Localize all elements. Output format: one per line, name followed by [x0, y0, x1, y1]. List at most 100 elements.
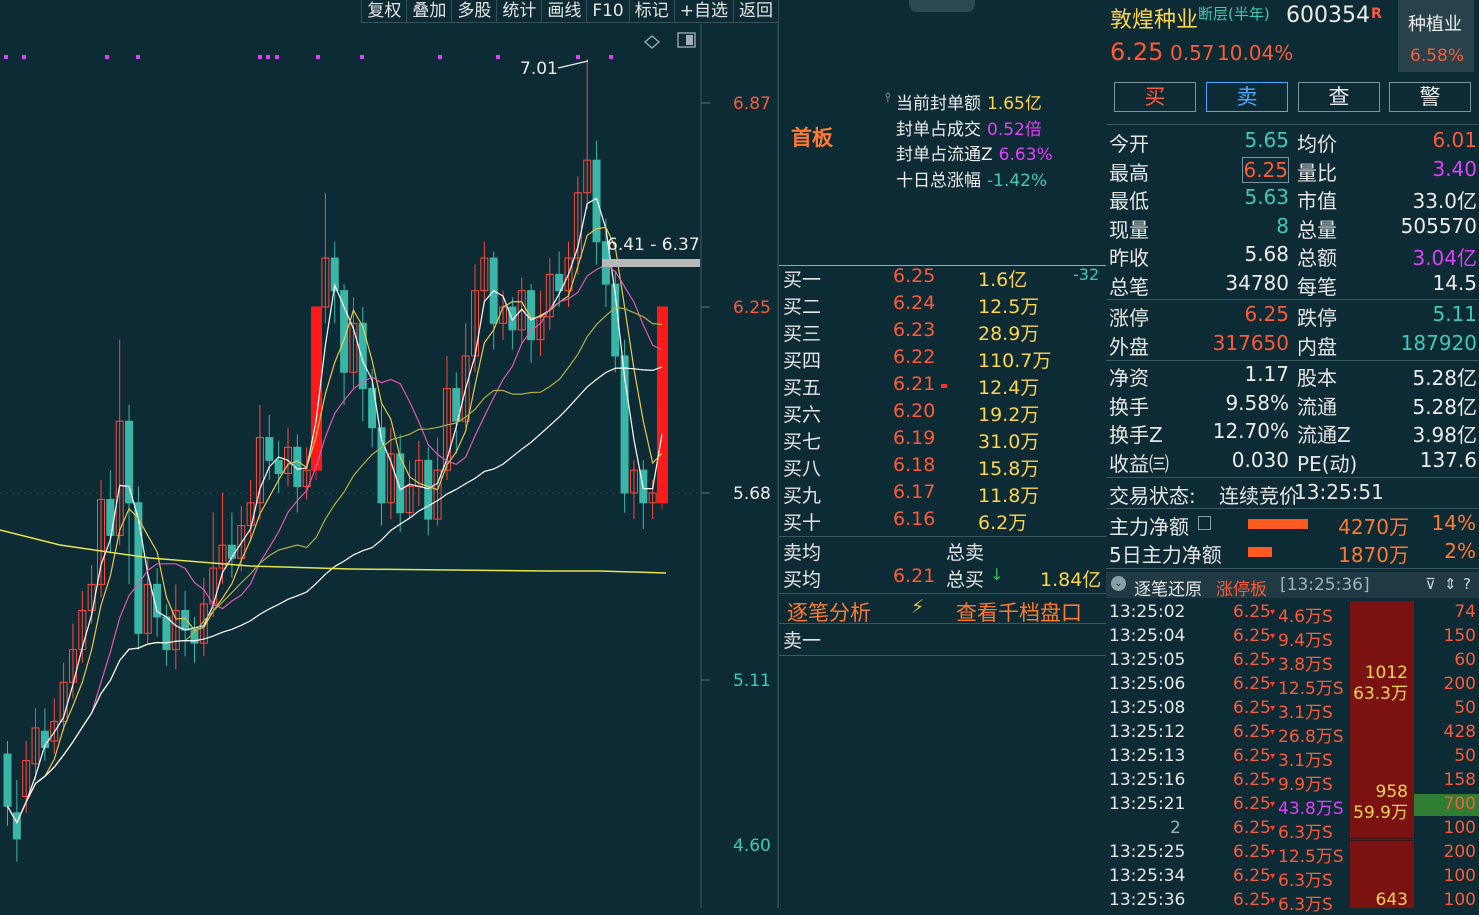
sell-avg-row: 卖均 总卖	[779, 538, 1106, 565]
signal-dot	[136, 55, 140, 59]
bid-row[interactable]: 买二 6.24 12.5万	[779, 292, 1106, 319]
info-row: 净资 1.17 股本 5.28亿	[1106, 362, 1479, 390]
signal-dot	[360, 55, 364, 59]
bid-row[interactable]: 买六 6.20 19.2万	[779, 400, 1106, 427]
info-value: 33.0亿	[1412, 189, 1477, 213]
range-label: 6.41 - 6.37	[607, 235, 700, 255]
bid-row[interactable]: 买八 6.18 15.8万	[779, 454, 1106, 481]
info-value: 6.01	[1432, 128, 1477, 152]
info-row: 收益㈢ 0.030 PE(动) 137.6	[1106, 448, 1479, 476]
divider	[779, 655, 1106, 656]
bid-volume: 28.9万	[978, 323, 1040, 345]
info-value: 34780	[1225, 270, 1289, 295]
tick-up-arrow-icon: ▾	[1270, 751, 1276, 762]
toolbar-f10-button[interactable]: F10	[586, 0, 629, 23]
query-button[interactable]: 查	[1298, 82, 1380, 112]
signal-dot	[22, 55, 26, 59]
quote-info-panel: 敦煌种业 断层(半年) 600354 R 6.25 0.57 10.04% 种植…	[1106, 0, 1479, 915]
kline-chart-panel[interactable]: 复权 叠加 多股 统计 画线 F10 标记 +自选 返回 6.41 - 6.37…	[0, 0, 778, 908]
signal-dot	[316, 55, 320, 59]
candle-body	[265, 437, 274, 461]
tick-row: 13:25:21 6.25 ▾ 43.8万S 700	[1106, 794, 1479, 819]
tick-up-arrow-icon: ▾	[1270, 799, 1276, 810]
trade-status-row: 交易状态: 连续竞价 13:25:51	[1106, 480, 1479, 508]
diamond-icon[interactable]	[644, 35, 660, 49]
kline-canvas[interactable]: 6.41 - 6.37 7.01 6.87 6.25 5.68 5.11 4.6…	[0, 24, 778, 908]
ma20-line	[6, 306, 663, 824]
info-row: 今开 5.65 均价 6.01	[1106, 128, 1479, 156]
tick-time: 13:25:34	[1109, 866, 1186, 886]
tick-header-board[interactable]: 涨停板	[1216, 575, 1267, 600]
candle-body	[3, 753, 12, 807]
info-label: 流通Z	[1297, 423, 1351, 447]
bid-label: 买二	[783, 296, 822, 318]
buy-total-value: 1.84亿	[1040, 569, 1102, 591]
tick-volume: 6.3万S	[1278, 895, 1333, 915]
info-value: 5.11	[1432, 302, 1477, 326]
tick-up-arrow-icon: ▾	[1270, 775, 1276, 786]
divider	[1106, 360, 1479, 361]
main-flow-label: 主力净额	[1109, 515, 1189, 539]
sector-pct: 6.58%	[1410, 46, 1465, 66]
toolbar-fuquan-button[interactable]: 复权	[361, 0, 407, 23]
divider	[1106, 124, 1479, 125]
tick-price: 6.25	[1233, 890, 1271, 910]
toolbar-add-watchlist-button[interactable]: +自选	[673, 0, 733, 23]
info-label: 流通	[1297, 394, 1337, 419]
stock-name[interactable]: 敦煌种业	[1110, 2, 1198, 34]
sector-box[interactable]: 种植业 6.58%	[1398, 0, 1474, 72]
list-icon[interactable]	[1198, 516, 1211, 530]
bid-row[interactable]: 买五 6.21 12.4万	[779, 373, 1106, 400]
divider	[779, 623, 1106, 624]
divider	[1106, 508, 1479, 509]
help-icon[interactable]: ?	[1463, 575, 1471, 593]
panel-handle[interactable]	[909, 0, 975, 12]
divider	[779, 536, 1106, 537]
bid-price: 6.22	[893, 346, 936, 368]
tick-group-separator	[1350, 838, 1414, 839]
bid-label: 买四	[783, 350, 822, 372]
bid-row[interactable]: 买十 6.16 6.2万	[779, 508, 1106, 535]
tick-header-title: 逐笔还原	[1134, 580, 1202, 600]
candle-body	[181, 609, 190, 631]
buy-button[interactable]: 买	[1114, 82, 1196, 112]
main-flow-bar	[1248, 547, 1272, 557]
filter-icon[interactable]: ⊽	[1425, 575, 1436, 593]
toolbar-draw-button[interactable]: 画线	[541, 0, 587, 23]
collapse-icon[interactable]: ⌄	[1111, 576, 1126, 591]
toolbar-back-button[interactable]: 返回	[733, 0, 778, 23]
tick-group: 958 59.9万	[1350, 782, 1414, 824]
bid-price: 6.16	[893, 508, 936, 530]
trade-status-label: 交易状态:	[1109, 484, 1196, 508]
tick-time: 13:25:06	[1109, 674, 1186, 694]
info-value: 3.40	[1432, 156, 1477, 181]
bid-row[interactable]: 买四 6.22 110.7万	[779, 346, 1106, 373]
info-value: 0.030	[1231, 447, 1289, 472]
toolbar-overlay-button[interactable]: 叠加	[406, 0, 452, 23]
price-label-4-60: 4.60	[733, 836, 771, 856]
tick-count: 158	[1443, 770, 1476, 790]
price-label-6-87: 6.87	[733, 94, 771, 114]
bid-row[interactable]: 买七 6.19 31.0万	[779, 427, 1106, 454]
bid-row[interactable]: 买九 6.17 11.8万	[779, 481, 1106, 508]
tick-time: 13:25:36	[1109, 890, 1186, 910]
toolbar-stats-button[interactable]: 统计	[496, 0, 542, 23]
info-row: 涨停 6.25 跌停 5.11	[1106, 302, 1479, 330]
tick-count: 60	[1454, 650, 1476, 670]
main-flow-pct: 2%	[1444, 539, 1476, 563]
tick-time: 13:25:08	[1109, 698, 1186, 718]
toolbar-mark-button[interactable]: 标记	[628, 0, 674, 23]
bid-label: 买一	[783, 269, 822, 291]
ma40-line	[6, 366, 663, 824]
toolbar-multi-stock-button[interactable]: 多股	[451, 0, 497, 23]
chart-toolbar: 复权 叠加 多股 统计 画线 F10 标记 +自选 返回	[0, 0, 778, 24]
bid-row[interactable]: 买三 6.23 28.9万	[779, 319, 1106, 346]
sell-button[interactable]: 卖	[1206, 82, 1288, 112]
tick-price: 6.25	[1233, 674, 1271, 694]
alert-button[interactable]: 警	[1389, 82, 1471, 112]
moving-average-lines	[0, 197, 667, 824]
info-value: 5.28亿	[1412, 366, 1477, 390]
bid-row[interactable]: 买一 6.25 1.6亿 -32	[779, 265, 1106, 292]
seal-row: 十日总涨幅 -1.42%	[896, 166, 1047, 191]
sort-icon[interactable]: ⇕	[1444, 575, 1457, 593]
